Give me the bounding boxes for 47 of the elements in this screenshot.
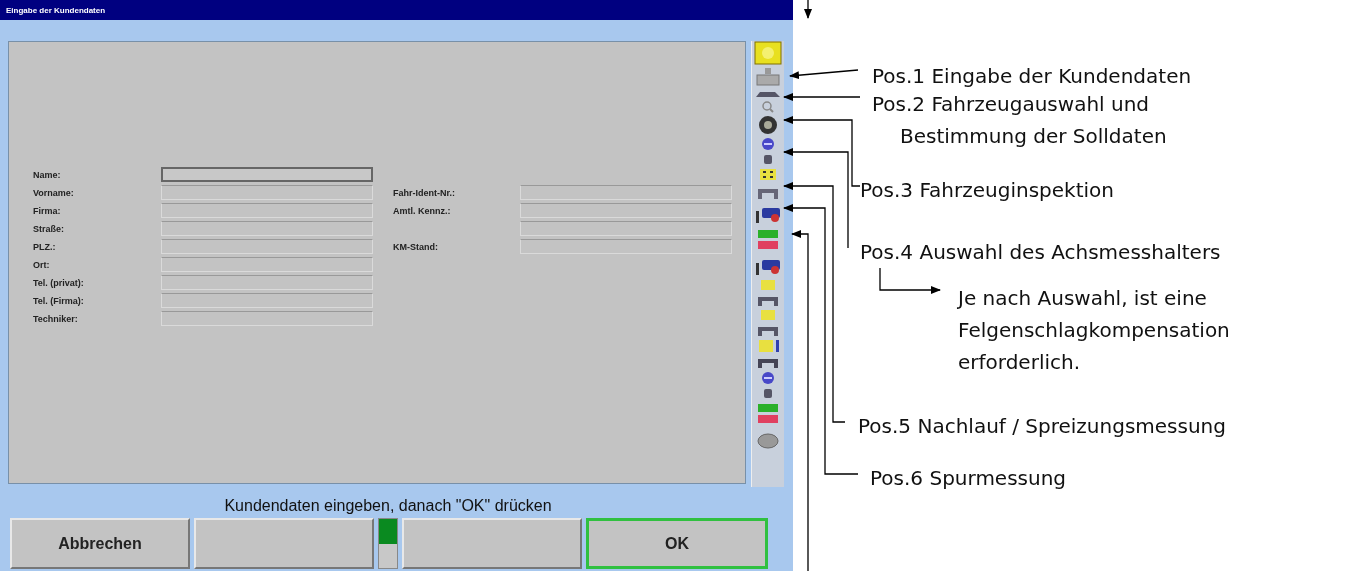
cancel-button[interactable]: Abbrechen [10, 518, 190, 569]
input-field[interactable] [161, 185, 373, 200]
leader-line [804, 0, 812, 19]
input-field[interactable] [520, 203, 732, 218]
annotation-text: Pos.1 Eingabe der Kundendaten [872, 63, 1192, 90]
field-label: Vorname: [33, 188, 75, 198]
field-label: Firma: [33, 206, 62, 216]
input-field[interactable] [161, 239, 373, 254]
input-field[interactable] [161, 167, 373, 182]
annotation-text: Pos.4 Auswahl des Achsmesshalters [860, 239, 1221, 266]
annotation-text: Pos.6 Spurmessung [870, 465, 1067, 492]
annotation-text: Je nach Auswahl, ist eine [958, 285, 1208, 312]
field-label: Ort: [33, 260, 51, 270]
input-field[interactable] [161, 221, 373, 236]
annotation-text: Felgenschlagkompensation [958, 317, 1230, 344]
input-field[interactable] [161, 257, 373, 272]
field-label: Tel. (privat): [33, 278, 85, 288]
field-label: PLZ.: [33, 242, 57, 252]
input-field[interactable] [161, 203, 373, 218]
input-field[interactable] [161, 275, 373, 290]
leader-line [879, 267, 941, 294]
status-message: Kundendaten eingeben, danach "OK" drücken [223, 496, 553, 516]
annotation-text: Pos.5 Nachlauf / Spreizungsmessung [858, 413, 1226, 440]
input-field[interactable] [161, 293, 373, 308]
annotation-text: Pos.2 Fahrzeugauswahl und [872, 91, 1151, 118]
blank-button[interactable] [194, 518, 374, 569]
input-field[interactable] [161, 311, 373, 326]
annotation-text: erforderlich. [958, 349, 1082, 376]
ok-button[interactable]: OK [586, 518, 768, 569]
note-icon[interactable] [753, 41, 783, 65]
annotation-text: Pos.3 Fahrzeuginspektion [860, 177, 1114, 204]
field-label: KM-Stand: [393, 242, 439, 252]
annotation-text: Bestimmung der Solldaten [900, 123, 1167, 150]
input-field[interactable] [520, 239, 732, 254]
input-field[interactable] [520, 221, 732, 236]
leader-line [789, 69, 859, 80]
field-label: Name: [33, 170, 62, 180]
car-icon[interactable] [753, 89, 783, 99]
blank-button[interactable] [402, 518, 582, 569]
field-label: Straße: [33, 224, 65, 234]
field-label: Tel. (Firma): [33, 296, 85, 306]
lift-icon[interactable] [753, 67, 783, 87]
field-label: Techniker: [33, 314, 79, 324]
window-title: Eingabe der Kundendaten [0, 0, 793, 20]
field-label: Fahr-Ident-Nr.: [393, 188, 456, 198]
input-field[interactable] [520, 185, 732, 200]
field-label: Amtl. Kennz.: [393, 206, 452, 216]
